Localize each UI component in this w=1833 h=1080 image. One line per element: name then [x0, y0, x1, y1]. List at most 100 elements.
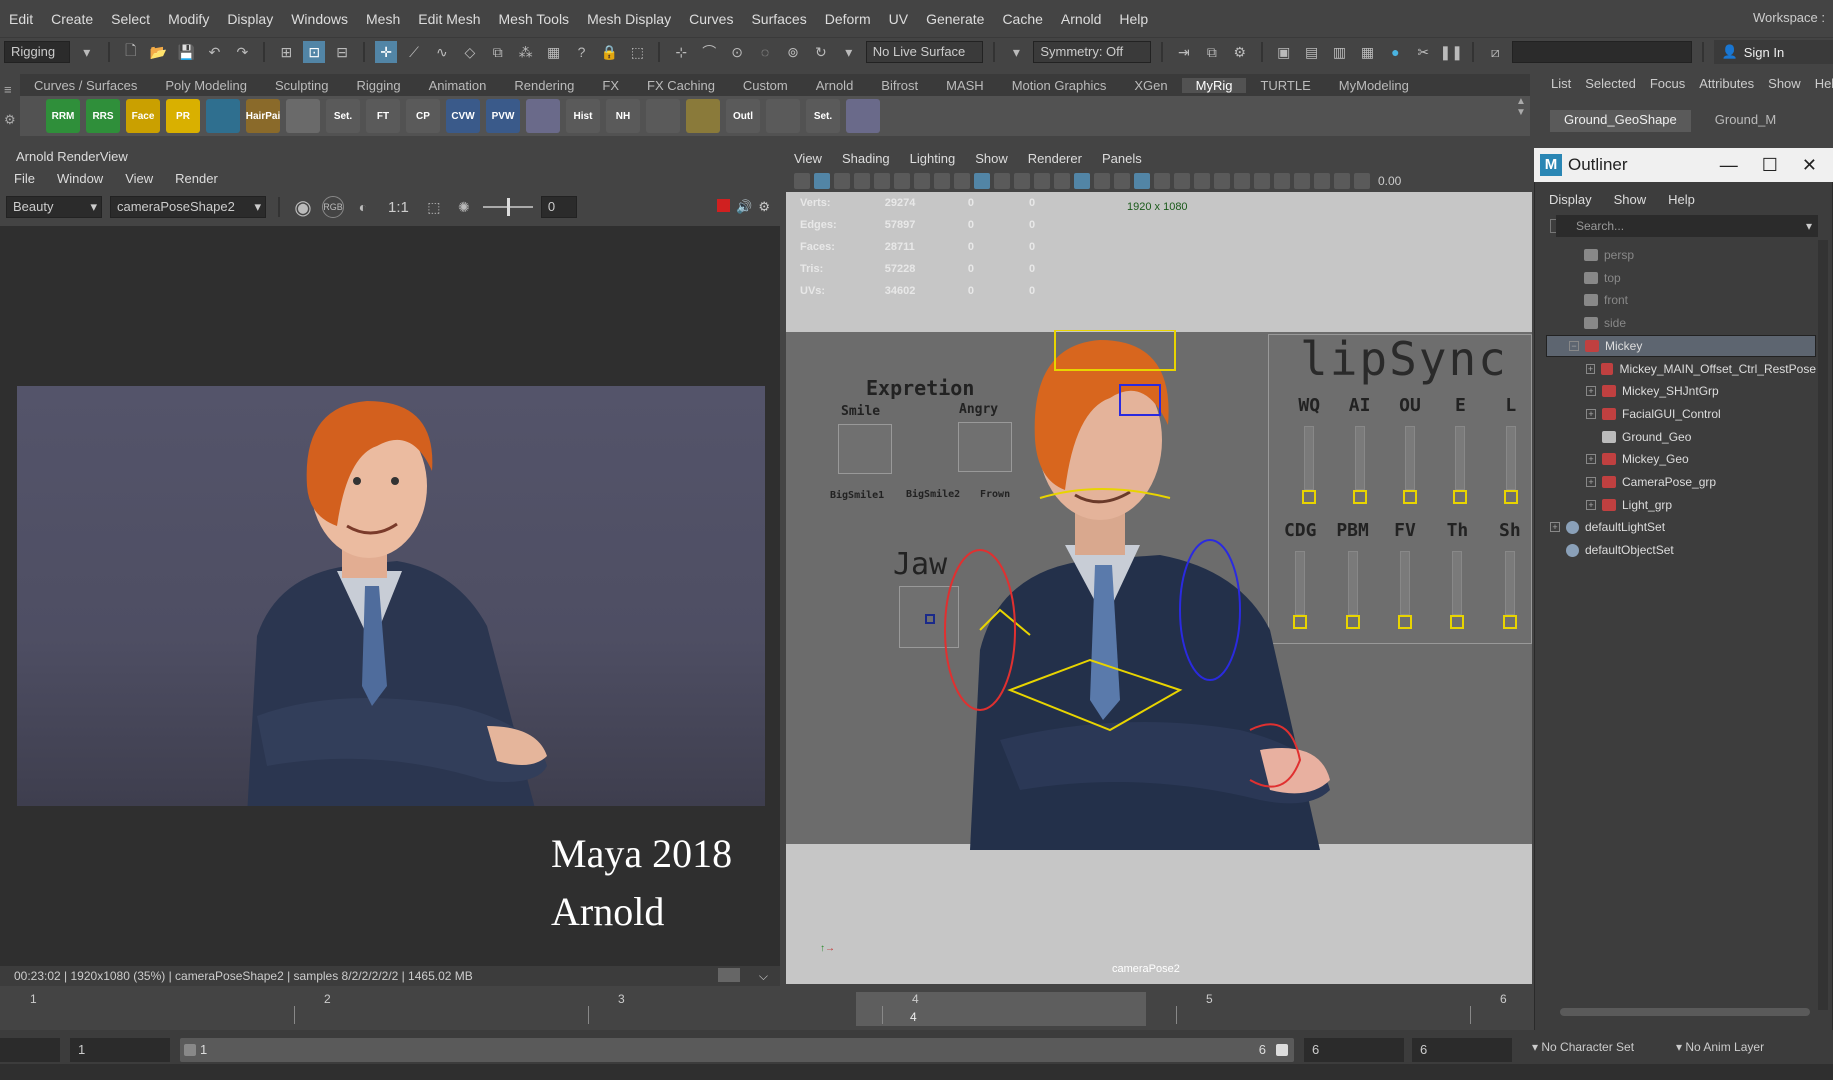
close-icon[interactable]: ✕	[1802, 155, 1817, 176]
shelf-tool-pr-icon[interactable]: PR	[166, 99, 200, 133]
shelf-tool-nh-icon[interactable]: NH	[606, 99, 640, 133]
chevron-down-icon[interactable]: ▾	[1806, 215, 1812, 237]
slider-handle[interactable]	[1503, 490, 1518, 504]
menu-set-dropdown[interactable]: Rigging	[4, 41, 70, 63]
snap-view-plane-icon[interactable]: ◌	[754, 41, 776, 63]
default-material-icon[interactable]	[1094, 173, 1110, 189]
menu-cache[interactable]: Cache	[993, 11, 1051, 27]
expand-toggle-icon[interactable]: +	[1586, 454, 1596, 465]
snap-grid-icon[interactable]: ⊹	[670, 41, 692, 63]
undo-icon[interactable]: ↶	[204, 41, 226, 63]
shelf-tool-cp-icon[interactable]: CP	[406, 99, 440, 133]
playback-start-field[interactable]: 1	[70, 1038, 170, 1062]
shelf-tool-set-icon[interactable]: Set.	[326, 99, 360, 133]
smooth-shade-icon[interactable]	[1074, 173, 1090, 189]
shelf-tool-face-icon[interactable]: Face	[126, 99, 160, 133]
render-settings-icon[interactable]: ⚙	[1229, 41, 1251, 63]
shelf-tab-curves-surfaces[interactable]: Curves / Surfaces	[20, 78, 151, 93]
outliner-vertical-scrollbar[interactable]	[1818, 240, 1828, 1010]
node-tab-ground-m[interactable]: Ground_M	[1701, 110, 1790, 132]
renderview-menu-window[interactable]: Window	[57, 171, 103, 186]
lipsync-slider-l[interactable]: L	[1492, 395, 1530, 505]
new-scene-icon[interactable]: 🗋	[120, 41, 142, 63]
sound-icon[interactable]: 🔊	[736, 199, 752, 215]
select-surfaces-icon[interactable]: ◇	[459, 41, 481, 63]
animation-start-field[interactable]	[0, 1038, 60, 1062]
gear-icon[interactable]: ⚙	[758, 199, 770, 215]
render-settings-icon[interactable]: ▦	[1356, 41, 1378, 63]
select-deformations-icon[interactable]: ⧉	[487, 41, 509, 63]
safe-action-icon[interactable]	[1014, 173, 1030, 189]
select-by-hierarchy-icon[interactable]: ⊞	[275, 41, 297, 63]
snap-point-icon[interactable]: ⊙	[726, 41, 748, 63]
slider-handle[interactable]	[1453, 490, 1468, 504]
lipsync-slider-e[interactable]: E	[1441, 395, 1479, 505]
screen-space-ao-icon[interactable]	[1194, 173, 1210, 189]
slider-handle[interactable]	[506, 198, 510, 216]
shelf-scroll-arrows[interactable]: ▲ ▼	[1512, 96, 1530, 136]
outliner-item-ground-geo[interactable]: Ground_Geo	[1546, 426, 1816, 448]
shelf-tool-hist-icon[interactable]: Hist	[566, 99, 600, 133]
shelf-tool-button-6-icon[interactable]	[286, 99, 320, 133]
menu-mesh-display[interactable]: Mesh Display	[578, 11, 680, 27]
renderview-menu-render[interactable]: Render	[175, 171, 218, 186]
character-set-dropdown[interactable]: ▾ No Character Set	[1532, 1040, 1634, 1054]
shelf-tool-button-4-icon[interactable]	[206, 99, 240, 133]
shelf-settings-icon[interactable]: ⚙	[4, 112, 16, 128]
menu-curves[interactable]: Curves	[680, 11, 742, 27]
render-current-frame-icon[interactable]: ▤	[1301, 41, 1323, 63]
range-slider[interactable]: 1 6	[180, 1038, 1294, 1062]
expand-toggle-icon[interactable]	[1550, 545, 1560, 555]
bookmarks-icon[interactable]	[834, 173, 850, 189]
menu-mesh-tools[interactable]: Mesh Tools	[490, 11, 579, 27]
xray-components-icon[interactable]	[1334, 173, 1350, 189]
command-field[interactable]	[1512, 41, 1692, 63]
workspace-label[interactable]: Workspace :	[1753, 10, 1825, 25]
viewport-menu-shading[interactable]: Shading	[842, 151, 890, 166]
shelf-tab-fx-caching[interactable]: FX Caching	[633, 78, 729, 93]
shelf-tool-rrm-icon[interactable]: RRM	[46, 99, 80, 133]
pause-icon[interactable]: ❚❚	[1440, 41, 1463, 63]
shelf-tab-animation[interactable]: Animation	[415, 78, 501, 93]
exposure-icon[interactable]: ✺	[453, 196, 475, 218]
open-scene-icon[interactable]: 📂	[148, 41, 170, 63]
slider-handle[interactable]	[1450, 615, 1465, 629]
save-scene-icon[interactable]: 💾	[176, 41, 198, 63]
ipr-render-icon[interactable]: ▥	[1329, 41, 1351, 63]
outliner-menu-display[interactable]: Display	[1549, 192, 1592, 207]
expand-toggle-icon[interactable]: −	[1569, 340, 1579, 351]
select-joints-icon[interactable]: ⟋	[403, 41, 425, 63]
alpha-channel-icon[interactable]: ◐	[352, 196, 374, 218]
make-live-icon[interactable]: ⊚	[782, 41, 804, 63]
grid-icon[interactable]	[914, 173, 930, 189]
outliner-menu-help[interactable]: Help	[1668, 192, 1695, 207]
channel-box-menu-list[interactable]: List	[1551, 76, 1571, 91]
lipsync-slider-fv[interactable]: FV	[1385, 520, 1425, 640]
shelf-tab-fx[interactable]: FX	[588, 78, 633, 93]
select-curves-icon[interactable]: ∿	[431, 41, 453, 63]
film-gate-icon[interactable]	[934, 173, 950, 189]
image-plane-icon[interactable]	[854, 173, 870, 189]
channel-box-menu-selected[interactable]: Selected	[1585, 76, 1636, 91]
crop-region-icon[interactable]: ⬚	[423, 196, 445, 218]
menu-mesh[interactable]: Mesh	[357, 11, 409, 27]
grease-pencil-icon[interactable]	[894, 173, 910, 189]
gate-mask-icon[interactable]	[974, 173, 990, 189]
toggle-panel-icon[interactable]: ⧄	[1484, 41, 1506, 63]
menu-select[interactable]: Select	[102, 11, 159, 27]
playback-end-field[interactable]: 6	[1304, 1038, 1404, 1062]
viewport-menu-show[interactable]: Show	[975, 151, 1008, 166]
anim-layer-dropdown[interactable]: ▾ No Anim Layer	[1676, 1040, 1764, 1054]
shelf-tab-xgen[interactable]: XGen	[1120, 78, 1181, 93]
select-dynamics-icon[interactable]: ⁂	[515, 41, 537, 63]
expand-toggle-icon[interactable]: +	[1586, 363, 1596, 374]
shelf-tool-hairpai-icon[interactable]: HairPai	[246, 99, 280, 133]
shelf-tab-poly-modeling[interactable]: Poly Modeling	[151, 78, 261, 93]
shelf-tab-myrig[interactable]: MyRig	[1181, 77, 1247, 93]
render-icon[interactable]: ◉	[292, 196, 314, 219]
exposure-field[interactable]: 0	[540, 196, 577, 218]
highlight-selection-icon[interactable]: ⬚	[626, 41, 648, 63]
viewport-menu-view[interactable]: View	[794, 151, 822, 166]
stop-render-icon[interactable]	[717, 199, 731, 212]
anti-aliasing-icon[interactable]	[1234, 173, 1250, 189]
